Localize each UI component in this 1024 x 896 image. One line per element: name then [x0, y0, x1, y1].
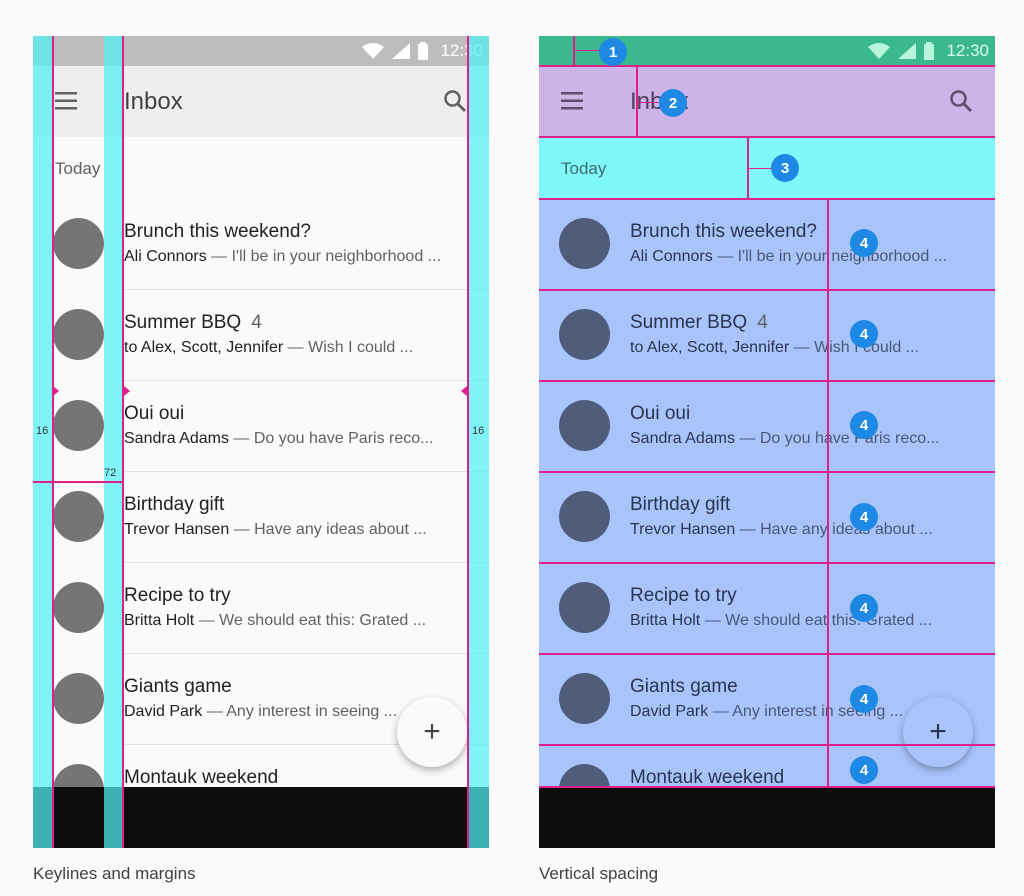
battery-icon — [418, 42, 429, 60]
wifi-icon — [362, 43, 385, 59]
app-bar: Inbox — [539, 66, 995, 137]
email-row[interactable]: Birthday gift Trevor Hansen — Have any i… — [539, 472, 995, 563]
signal-icon — [392, 43, 411, 59]
email-snippet: Sandra Adams — Do you have Paris reco... — [124, 430, 434, 447]
wifi-icon — [868, 43, 891, 59]
email-row[interactable]: Oui oui Sandra Adams — Do you have Paris… — [33, 381, 489, 472]
email-title: Oui oui — [124, 403, 185, 424]
avatar — [53, 400, 104, 451]
search-icon[interactable] — [443, 89, 467, 113]
avatar — [559, 400, 610, 451]
status-time: 12:30 — [440, 41, 483, 60]
avatar — [53, 218, 104, 269]
email-title: Montauk weekend — [124, 767, 279, 788]
status-bar: 12:30 — [33, 36, 489, 66]
email-row[interactable]: Oui oui Sandra Adams — Do you have Paris… — [539, 381, 995, 472]
email-row[interactable]: Brunch this weekend? Ali Connors — I'll … — [539, 199, 995, 290]
email-title: Birthday gift — [124, 494, 225, 515]
email-title: Brunch this weekend? — [124, 221, 311, 242]
email-snippet: Ali Connors — I'll be in your neighborho… — [124, 248, 442, 265]
plus-icon: + — [929, 715, 947, 748]
email-snippet: to Alex, Scott, Jennifer — Wish I could … — [630, 339, 920, 356]
app-bar-title: Inbox — [630, 88, 689, 115]
email-row[interactable]: Recipe to try Britta Holt — We should ea… — [33, 563, 489, 654]
email-row[interactable]: Summer BBQ 4 to Alex, Scott, Jennifer — W… — [33, 290, 489, 381]
avatar — [559, 218, 610, 269]
subheader-label: Today — [55, 159, 101, 178]
email-title: Oui oui — [630, 403, 691, 424]
menu-icon[interactable] — [561, 92, 583, 110]
status-bar: 12:30 — [539, 36, 995, 66]
avatar — [53, 582, 104, 633]
search-icon[interactable] — [949, 89, 973, 113]
app-bar: Inbox — [33, 66, 489, 137]
keylines-phone: 12:30 Inbox Today Brunch this weekend? A… — [33, 36, 489, 848]
email-snippet: Trevor Hansen — Have any ideas about ... — [630, 521, 933, 538]
plus-icon: + — [423, 715, 441, 748]
avatar — [53, 309, 104, 360]
email-title: Montauk weekend — [630, 767, 785, 788]
vertical-spacing-phone: 12:30 Inbox Today Brunch this weekend? A… — [539, 36, 995, 848]
menu-icon[interactable] — [55, 92, 77, 110]
status-time: 12:30 — [946, 41, 989, 60]
list-subheader: Today — [33, 137, 489, 199]
avatar — [53, 673, 104, 724]
email-row[interactable]: Brunch this weekend? Ali Connors — I'll … — [33, 199, 489, 290]
email-snippet: Britta Holt — We should eat this: Grated… — [630, 612, 933, 629]
caption-vertical-spacing: Vertical spacing — [539, 864, 659, 883]
compose-fab[interactable]: + — [397, 697, 467, 767]
app-bar-title: Inbox — [124, 88, 183, 115]
email-title: Giants game — [124, 676, 232, 697]
navigation-bar — [33, 787, 489, 848]
avatar — [559, 491, 610, 542]
email-title: Brunch this weekend? — [630, 221, 817, 242]
email-title: Summer BBQ 4 — [630, 312, 768, 333]
caption-keylines: Keylines and margins — [33, 864, 196, 883]
email-snippet: Trevor Hansen — Have any ideas about ... — [124, 521, 427, 538]
email-snippet: Ali Connors — I'll be in your neighborho… — [630, 248, 948, 265]
list-subheader: Today — [539, 137, 995, 199]
email-title: Recipe to try — [124, 585, 231, 606]
email-title: Birthday gift — [630, 494, 731, 515]
subheader-label: Today — [561, 159, 607, 178]
avatar — [559, 309, 610, 360]
compose-fab[interactable]: + — [903, 697, 973, 767]
email-title: Summer BBQ 4 — [124, 312, 262, 333]
battery-icon — [924, 42, 935, 60]
email-snippet: to Alex, Scott, Jennifer — Wish I could … — [124, 339, 414, 356]
email-title: Recipe to try — [630, 585, 737, 606]
email-snippet: Britta Holt — We should eat this: Grated… — [124, 612, 427, 629]
navigation-bar — [539, 787, 995, 848]
email-snippet: Sandra Adams — Do you have Paris reco... — [630, 430, 940, 447]
avatar — [53, 491, 104, 542]
email-title: Giants game — [630, 676, 738, 697]
email-row[interactable]: Summer BBQ 4 to Alex, Scott, Jennifer — W… — [539, 290, 995, 381]
signal-icon — [898, 43, 917, 59]
email-row[interactable]: Recipe to try Britta Holt — We should ea… — [539, 563, 995, 654]
email-row[interactable]: Birthday gift Trevor Hansen — Have any i… — [33, 472, 489, 563]
avatar — [559, 582, 610, 633]
avatar — [559, 673, 610, 724]
